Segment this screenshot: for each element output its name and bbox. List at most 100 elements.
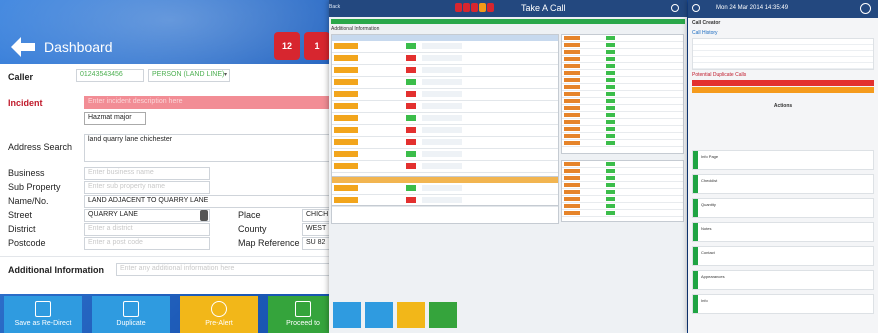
list-item[interactable] [562,77,683,84]
power-icon[interactable] [692,4,700,12]
incident-input[interactable]: Enter incident description here [84,96,330,109]
list-item[interactable] [562,91,683,98]
table-row[interactable] [332,41,558,53]
alert-bell-icon[interactable]: 1 [304,32,330,60]
status-cell [606,106,615,110]
caller-number-field[interactable]: 01243543456 [76,69,144,82]
status-cell [406,115,416,121]
duplicate-button[interactable] [365,302,393,328]
back-button[interactable]: Back [329,4,340,10]
alert-bell-icon[interactable] [463,3,470,12]
alert-bell-icon[interactable] [471,3,478,12]
list-item[interactable] [562,161,683,168]
list-item[interactable] [562,56,683,63]
status-bar [331,19,685,24]
action-item[interactable]: Appearances [692,270,874,290]
table-row[interactable] [332,149,558,161]
table-row[interactable] [332,89,558,101]
vehicle-tag [334,151,358,157]
resource-tag [564,197,580,201]
pre-alert-button[interactable] [397,302,425,328]
street-lookup-button[interactable] [200,210,208,221]
table-row[interactable] [332,161,558,173]
list-item[interactable] [562,63,683,70]
action-item[interactable]: Info Page [692,150,874,170]
business-input[interactable]: Enter business name [84,167,210,180]
resource-tag [564,113,580,117]
status-cell [606,92,615,96]
proceed-button[interactable]: Proceed to [268,296,338,333]
resource-tag [564,141,580,145]
proceed-button[interactable] [429,302,457,328]
eta-cell [422,103,462,109]
list-item[interactable] [562,42,683,49]
call-creator-label: Call Creator [692,20,721,26]
duplicate-button[interactable]: Duplicate [92,296,170,333]
action-item[interactable]: Notes [692,222,874,242]
list-item[interactable] [562,98,683,105]
name-no-input[interactable]: LAND ADJACENT TO QUARRY LANE [84,195,330,208]
table-row[interactable] [332,183,558,195]
postcode-input[interactable]: Enter a post code [84,237,210,250]
vehicle-tag [334,197,358,203]
resource-tag [564,78,580,82]
status-cell [406,79,416,85]
list-item[interactable] [562,140,683,147]
list-item[interactable] [562,182,683,189]
list-item[interactable] [693,63,873,69]
list-item[interactable] [562,133,683,140]
table-row[interactable] [332,101,558,113]
vehicle-tag [334,79,358,85]
list-item[interactable] [562,84,683,91]
list-item[interactable] [562,119,683,126]
back-arrow-icon[interactable] [10,36,36,58]
address-search-input[interactable]: land quarry lane chichester [84,134,330,162]
list-item[interactable] [562,203,683,210]
sub-property-input[interactable]: Enter sub property name [84,181,210,194]
list-item[interactable] [562,175,683,182]
table-row[interactable] [332,65,558,77]
table-row[interactable] [332,195,558,207]
table-row[interactable] [332,113,558,125]
list-item[interactable] [562,35,683,42]
additional-information-input[interactable]: Enter any additional information here [116,263,330,276]
resource-tag [564,127,580,131]
status-cell [606,141,615,145]
pre-alert-button[interactable]: Pre-Alert [180,296,258,333]
alert-bell-icon[interactable]: 12 [274,32,300,60]
table-row[interactable] [332,125,558,137]
action-item-label: Info Page [701,154,719,159]
caller-type-select[interactable]: PERSON (LAND LINE) [148,69,230,82]
list-item[interactable] [562,105,683,112]
save-button[interactable] [333,302,361,328]
table-row[interactable] [332,53,558,65]
save-as-redirect-button[interactable]: Save as Re-Direct [4,296,82,333]
list-item[interactable] [562,210,683,217]
list-item[interactable] [562,70,683,77]
list-item[interactable] [562,49,683,56]
table-row[interactable] [332,137,558,149]
duplicate-call-row[interactable] [692,87,874,93]
alert-bell-icon[interactable] [455,3,462,12]
list-item[interactable] [562,126,683,133]
table-row[interactable] [332,77,558,89]
district-input[interactable]: Enter a district [84,223,210,236]
alert-bell-icon[interactable] [479,3,486,12]
list-item[interactable] [562,189,683,196]
action-item[interactable]: Checklist [692,174,874,194]
search-icon[interactable] [860,3,871,14]
vehicle-tag [334,163,358,169]
alert-bell-icon[interactable] [487,3,494,12]
vehicle-tag [334,185,358,191]
action-item[interactable]: Contact [692,246,874,266]
sub-property-label: Sub Property [8,182,61,192]
duplicate-call-row[interactable] [692,80,874,86]
street-input[interactable]: QUARRY LANE [84,209,210,222]
action-item[interactable]: Info [692,294,874,314]
action-item[interactable]: Quantity [692,198,874,218]
list-item[interactable] [562,196,683,203]
power-icon[interactable] [671,4,679,12]
list-item[interactable] [562,112,683,119]
list-item[interactable] [562,168,683,175]
incident-suggestion[interactable]: Hazmat major [84,112,146,125]
